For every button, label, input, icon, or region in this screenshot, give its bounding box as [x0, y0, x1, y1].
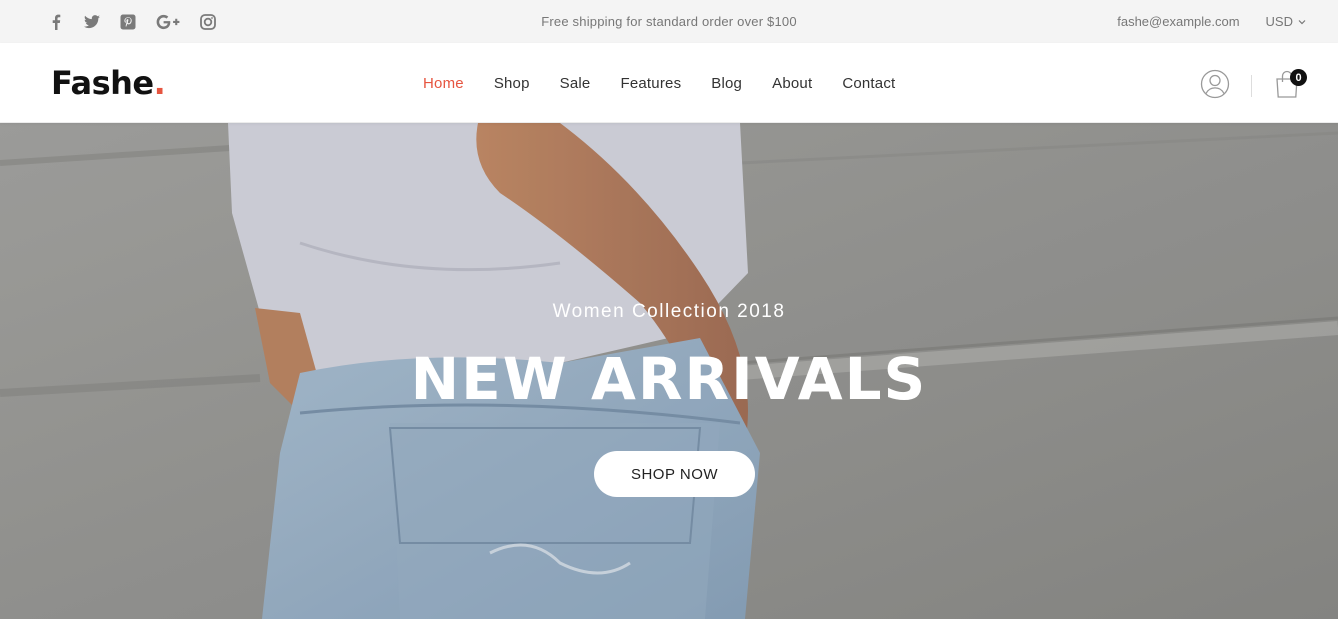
header-divider [1251, 75, 1252, 97]
main-nav: Home Shop Sale Features Blog About Conta… [423, 43, 925, 123]
nav-item-shop[interactable]: Shop [494, 75, 530, 92]
user-account-icon[interactable] [1200, 69, 1230, 99]
nav-item-features[interactable]: Features [620, 75, 681, 92]
site-logo[interactable]: Fashe. [51, 64, 166, 102]
pinterest-icon[interactable] [120, 14, 136, 30]
currency-value: USD [1265, 14, 1293, 29]
nav-item-sale[interactable]: Sale [560, 75, 591, 92]
nav-item-about[interactable]: About [772, 75, 812, 92]
google-plus-icon[interactable] [156, 14, 180, 30]
logo-dot: . [153, 64, 166, 102]
nav-item-blog[interactable]: Blog [711, 75, 742, 92]
social-links [48, 0, 236, 43]
chevron-down-icon [1298, 19, 1306, 24]
site-header: Fashe. Home Shop Sale Features Blog Abou… [0, 43, 1338, 123]
facebook-icon[interactable] [48, 14, 64, 30]
top-bar: Free shipping for standard order over $1… [0, 0, 1338, 43]
instagram-icon[interactable] [200, 13, 216, 30]
logo-text: Fashe [51, 64, 154, 102]
twitter-icon[interactable] [84, 14, 100, 30]
nav-item-home[interactable]: Home [423, 75, 464, 92]
contact-email[interactable]: fashe@example.com [1117, 14, 1239, 29]
currency-select[interactable]: USD [1266, 14, 1306, 29]
hero-banner: Women Collection 2018 NEW ARRIVALS SHOP … [0, 123, 1338, 619]
topbar-right: fashe@example.com USD [1117, 0, 1306, 43]
hero-subtitle: Women Collection 2018 [552, 301, 786, 322]
shop-now-button[interactable]: SHOP NOW [594, 451, 755, 497]
hero-title: NEW ARRIVALS [410, 345, 928, 413]
nav-item-contact[interactable]: Contact [842, 75, 895, 92]
cart-count-badge: 0 [1290, 69, 1307, 86]
